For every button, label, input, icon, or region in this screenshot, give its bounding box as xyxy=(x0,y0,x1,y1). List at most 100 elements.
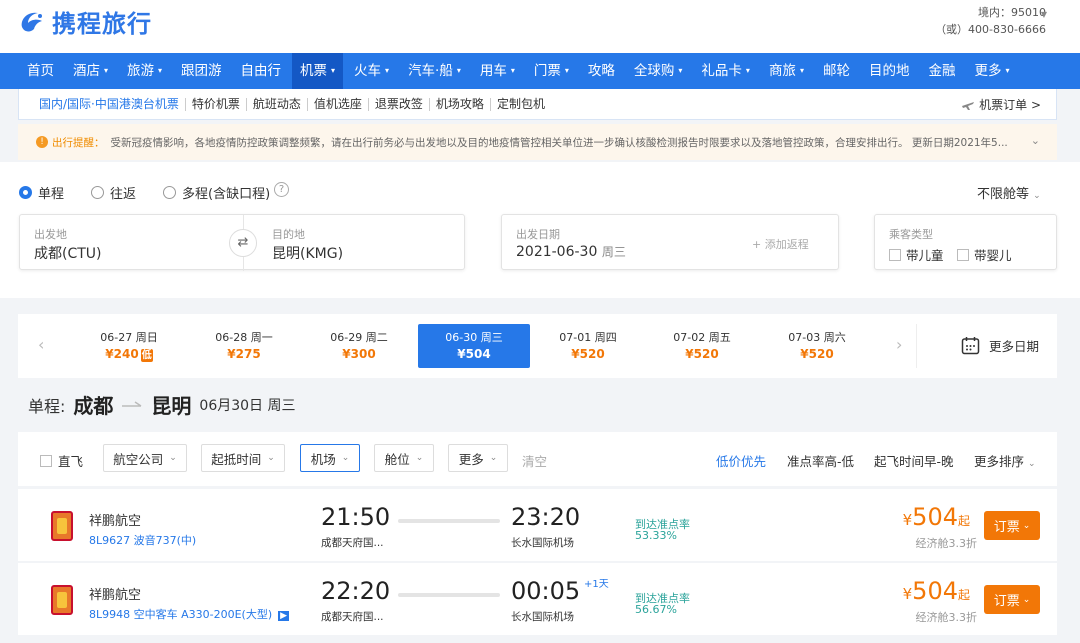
prev-dates-icon[interactable]: ‹ xyxy=(38,335,44,354)
book-button[interactable]: 订票 ⌄ xyxy=(984,511,1040,540)
date-option-date: 07-02 周五 xyxy=(646,330,758,346)
more-dates-label: 更多日期 xyxy=(989,339,1040,354)
date-value: 2021-06-30 xyxy=(516,244,598,260)
date-text: 06-28 xyxy=(215,331,248,344)
nav-item[interactable]: 汽车·船 ▾ xyxy=(400,53,469,89)
flight-row[interactable]: 祥鹏航空 8L9627 波音737(中) 21:50 成都天府国... 23:20 长水国… xyxy=(18,489,1057,561)
infant-label: 带婴儿 xyxy=(974,248,1012,263)
airline-filter-label: 航空公司 xyxy=(113,451,164,467)
nav-item-label: 火车 xyxy=(354,63,382,79)
sort-depart[interactable]: 起飞时间早-晚 xyxy=(874,451,954,470)
nav-item[interactable]: 攻略 xyxy=(580,53,623,89)
multi-trip-radio[interactable]: 多程(含缺口程) xyxy=(163,183,270,202)
help-icon[interactable]: ? xyxy=(274,182,289,197)
hotline-caret-icon[interactable]: ▼ xyxy=(1041,10,1047,19)
subnav-item[interactable]: 国内/国际·中国港澳台机票 xyxy=(39,97,186,111)
flight-plane-info[interactable]: 8L9627 波音737(中) xyxy=(89,532,196,548)
route-title: 单程: 成都 昆明 06月30日 周三 xyxy=(28,390,296,419)
flight-plane-info[interactable]: 8L9948 空中客车 A330-200E(大型) ▶ xyxy=(89,606,290,622)
subnav-item[interactable]: 定制包机 xyxy=(491,97,551,111)
cabin-class-label: 不限舱等 xyxy=(977,187,1030,202)
nav-item[interactable]: 目的地 xyxy=(861,53,918,89)
book-button[interactable]: 订票 ⌄ xyxy=(984,585,1040,614)
price-text: ¥520 xyxy=(571,347,605,361)
subnav-item[interactable]: 值机选座 xyxy=(308,97,369,111)
next-dates-icon[interactable]: › xyxy=(896,335,902,354)
nav-item[interactable]: 邮轮 xyxy=(815,53,858,89)
logo[interactable]: 携程旅行 xyxy=(18,4,152,39)
child-checkbox[interactable]: 带儿童 xyxy=(889,245,944,264)
date-option-date: 07-03 周六 xyxy=(761,330,873,346)
nav-item[interactable]: 旅游 ▾ xyxy=(119,53,170,89)
nav-item-label: 汽车·船 xyxy=(408,63,453,79)
swap-icon[interactable]: ⇄ xyxy=(229,229,257,257)
chevron-down-icon: ⌄ xyxy=(415,453,424,463)
weekday-text: 周一 xyxy=(250,331,273,344)
flight-orders-link[interactable]: 机票订单 > xyxy=(961,96,1041,113)
more-dates-button[interactable]: 更多日期 xyxy=(961,336,1039,355)
time-filter[interactable]: 起抵时间 ⌄ xyxy=(201,444,285,472)
date-option[interactable]: 06-29 周二 ¥300 xyxy=(303,324,415,368)
more-filter[interactable]: 更多 ⌄ xyxy=(448,444,508,472)
date-input[interactable]: 2021-06-30 周三 xyxy=(516,243,626,260)
nav-item[interactable]: 用车 ▾ xyxy=(472,53,523,89)
weekday-text: 周五 xyxy=(708,331,731,344)
date-option[interactable]: 06-28 周一 ¥275 xyxy=(188,324,300,368)
cabin-filter-label: 舱位 xyxy=(384,451,410,467)
chevron-down-icon: ▾ xyxy=(1005,66,1010,75)
nav-item[interactable]: 自由行 xyxy=(233,53,290,89)
weekday-text: 周二 xyxy=(365,331,388,344)
sort-ontime[interactable]: 准点率高-低 xyxy=(787,451,854,470)
multi-trip-label: 多程(含缺口程) xyxy=(182,187,271,202)
add-return-button[interactable]: + 添加返程 xyxy=(752,236,809,252)
nav-item[interactable]: 火车 ▾ xyxy=(346,53,397,89)
sort-more[interactable]: 更多排序 ⌄ xyxy=(974,451,1036,470)
expand-notice-icon[interactable]: ⌄ xyxy=(1031,134,1040,147)
flight-row[interactable]: 祥鹏航空 8L9948 空中客车 A330-200E(大型) ▶ 22:20 成都天府国… xyxy=(18,563,1057,635)
airport-filter[interactable]: 机场 ⌄ xyxy=(300,444,360,472)
nav-item[interactable]: 礼品卡 ▾ xyxy=(693,53,758,89)
time-filter-label: 起抵时间 xyxy=(211,451,262,467)
price-text: ¥300 xyxy=(342,347,376,361)
date-option-price: ¥275 xyxy=(188,346,300,362)
date-option-date: 06-27 周日 xyxy=(73,330,185,346)
nav-item[interactable]: 全球购 ▾ xyxy=(626,53,691,89)
from-input[interactable]: 成都(CTU) xyxy=(34,243,102,263)
chevron-down-icon: ⌄ xyxy=(1033,191,1041,201)
price-text: ¥240 xyxy=(105,347,139,361)
nav-item[interactable]: 商旅 ▾ xyxy=(761,53,812,89)
date-option[interactable]: 06-27 周日 ¥240 低 xyxy=(73,324,185,368)
nav-item[interactable]: 门票 ▾ xyxy=(526,53,577,89)
infant-checkbox[interactable]: 带婴儿 xyxy=(957,245,1012,264)
nav-item-label: 商旅 xyxy=(768,63,796,79)
cabin-class-select[interactable]: 不限舱等 ⌄ xyxy=(977,183,1041,202)
subnav-item[interactable]: 特价机票 xyxy=(186,97,247,111)
sort-price[interactable]: 低价优先 xyxy=(716,451,766,470)
nav-item[interactable]: 酒店 ▾ xyxy=(65,53,116,89)
next-day-badge: +1天 xyxy=(584,579,609,590)
clear-filters-button[interactable]: 清空 xyxy=(522,451,547,470)
one-way-radio[interactable]: 单程 xyxy=(19,183,64,202)
nav-item[interactable]: 金融 xyxy=(920,53,963,89)
date-option[interactable]: 07-02 周五 ¥520 xyxy=(646,324,758,368)
nav-item-label: 用车 xyxy=(479,63,507,79)
info-icon: ! xyxy=(36,136,48,148)
arrival-airport: 长水国际机场 xyxy=(511,611,574,623)
direct-checkbox[interactable]: 直飞 xyxy=(40,451,83,470)
date-option[interactable]: 06-30 周三 ¥504 xyxy=(418,324,530,368)
date-option[interactable]: 07-01 周四 ¥520 xyxy=(532,324,644,368)
checkbox-box xyxy=(957,248,969,261)
nav-item[interactable]: 机票 ▾ xyxy=(292,53,344,89)
subnav-item[interactable]: 机场攻略 xyxy=(430,97,491,111)
nav-item[interactable]: 首页 xyxy=(19,53,62,89)
date-option[interactable]: 07-03 周六 ¥520 xyxy=(761,324,873,368)
airline-filter[interactable]: 航空公司 ⌄ xyxy=(103,444,187,472)
to-input[interactable]: 昆明(KMG) xyxy=(272,243,343,263)
round-trip-radio[interactable]: 往返 xyxy=(91,183,136,202)
route-from: 成都 xyxy=(73,394,114,418)
cabin-filter[interactable]: 舱位 ⌄ xyxy=(374,444,434,472)
nav-item[interactable]: 跟团游 xyxy=(173,53,230,89)
subnav-item[interactable]: 退票改签 xyxy=(369,97,430,111)
subnav-item[interactable]: 航班动态 xyxy=(247,97,308,111)
nav-item[interactable]: 更多 ▾ xyxy=(966,53,1017,89)
